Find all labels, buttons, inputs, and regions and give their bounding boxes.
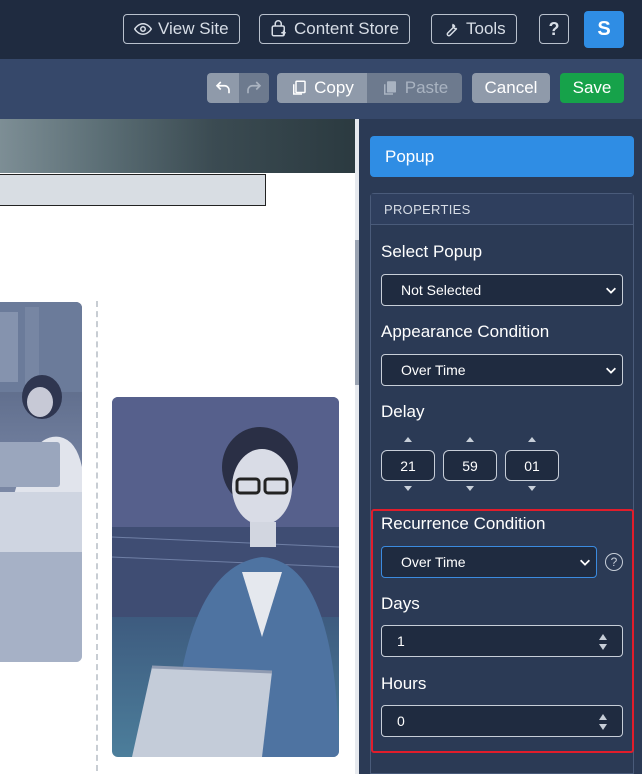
store-icon bbox=[271, 20, 286, 37]
eye-icon bbox=[134, 22, 152, 36]
copy-icon bbox=[293, 80, 306, 95]
select-popup-label: Select Popup bbox=[381, 242, 483, 261]
undo-button[interactable] bbox=[207, 73, 239, 103]
chevron-down-icon bbox=[606, 367, 616, 374]
copy-button[interactable]: Copy bbox=[277, 73, 367, 103]
paste-label: Paste bbox=[404, 78, 449, 97]
delay-hours-input[interactable]: 21 bbox=[381, 450, 435, 481]
content-store-button[interactable]: Content Store bbox=[259, 14, 410, 44]
cancel-button[interactable]: Cancel bbox=[472, 73, 550, 103]
minutes-increment-arrow[interactable] bbox=[466, 437, 474, 442]
user-avatar[interactable]: S bbox=[584, 11, 624, 48]
woman-figure-graphic bbox=[0, 302, 82, 662]
paste-button[interactable]: Paste bbox=[367, 73, 462, 103]
help-button[interactable]: ? bbox=[539, 14, 569, 44]
hero-banner-image bbox=[0, 119, 355, 173]
view-site-button[interactable]: View Site bbox=[123, 14, 240, 44]
properties-heading: PROPERTIES bbox=[371, 194, 633, 225]
seconds-increment-arrow[interactable] bbox=[528, 437, 536, 442]
man-figure-graphic bbox=[112, 397, 339, 757]
popup-header[interactable]: Popup bbox=[370, 136, 634, 177]
appearance-condition-label: Appearance Condition bbox=[381, 322, 550, 341]
redo-button[interactable] bbox=[239, 73, 269, 103]
view-site-label: View Site bbox=[158, 19, 229, 38]
select-popup-value: Not Selected bbox=[401, 282, 482, 298]
woman-laptop-image[interactable] bbox=[0, 302, 82, 662]
canvas-input-bar[interactable] bbox=[0, 174, 266, 206]
delay-minutes-input[interactable]: 59 bbox=[443, 450, 497, 481]
column-divider bbox=[96, 301, 98, 771]
appearance-condition-dropdown[interactable]: Over Time bbox=[381, 354, 623, 386]
save-button[interactable]: Save bbox=[560, 73, 624, 103]
select-popup-dropdown[interactable]: Not Selected bbox=[381, 274, 623, 306]
hours-decrement-arrow[interactable] bbox=[404, 486, 412, 491]
edit-toolbar: Copy Paste Cancel Save bbox=[0, 59, 642, 119]
copy-label: Copy bbox=[314, 78, 354, 97]
chevron-down-icon bbox=[606, 287, 616, 294]
content-store-label: Content Store bbox=[294, 19, 399, 38]
minutes-decrement-arrow[interactable] bbox=[466, 486, 474, 491]
delay-seconds-input[interactable]: 01 bbox=[505, 450, 559, 481]
hours-increment-arrow[interactable] bbox=[404, 437, 412, 442]
undo-icon bbox=[215, 81, 230, 94]
tools-label: Tools bbox=[466, 19, 506, 38]
man-laptop-image[interactable] bbox=[112, 397, 339, 757]
recurrence-highlight-box bbox=[371, 509, 634, 753]
page-canvas[interactable] bbox=[0, 119, 355, 774]
delay-label: Delay bbox=[381, 402, 425, 421]
top-navbar: View Site Content Store Tools ? S bbox=[0, 0, 642, 59]
paste-icon bbox=[383, 81, 396, 95]
seconds-decrement-arrow[interactable] bbox=[528, 486, 536, 491]
redo-icon bbox=[247, 81, 262, 94]
tools-button[interactable]: Tools bbox=[431, 14, 517, 44]
wrench-icon bbox=[446, 23, 458, 37]
appearance-condition-value: Over Time bbox=[401, 362, 466, 378]
